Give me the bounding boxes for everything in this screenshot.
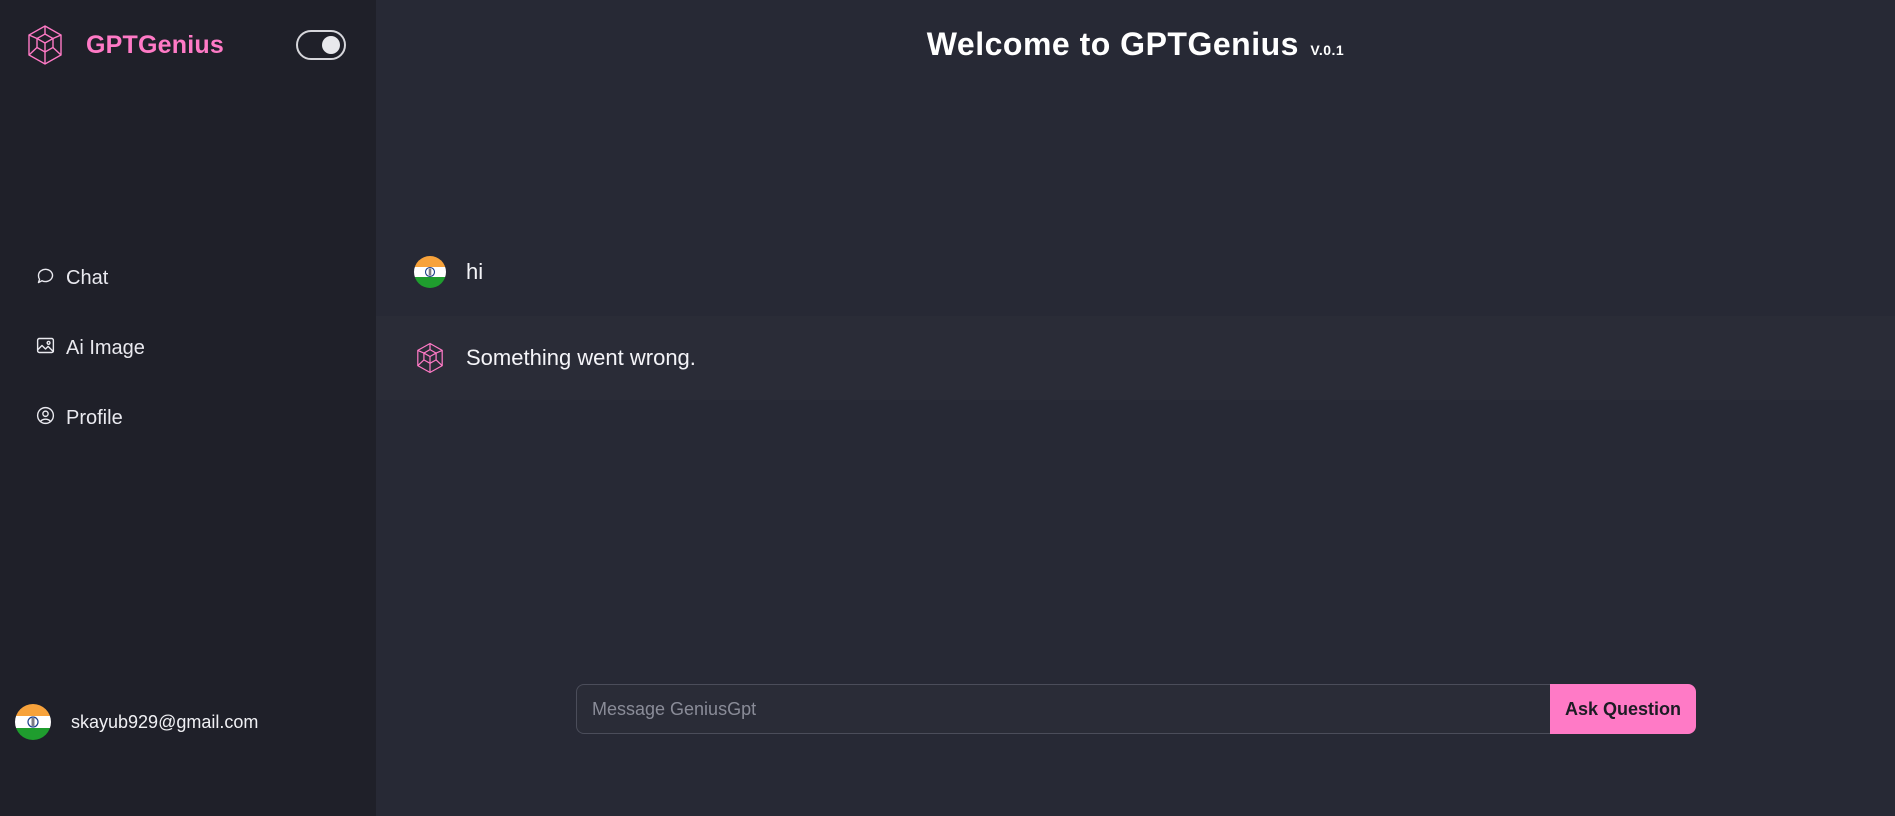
message-row-assistant: Something went wrong. (376, 316, 1895, 400)
sidebar: GPTGenius Chat Ai Image Profile skayub92… (0, 0, 376, 816)
sidebar-item-label: Profile (66, 406, 123, 429)
brand[interactable]: GPTGenius (24, 24, 224, 66)
user-info[interactable]: skayub929@gmail.com (15, 704, 258, 740)
message-input[interactable] (576, 684, 1550, 734)
app-root: GPTGenius Chat Ai Image Profile skayub92… (0, 0, 1895, 816)
message-text: hi (466, 259, 484, 284)
chat-bubble-icon (35, 265, 66, 292)
sidebar-item-chat[interactable]: Chat (35, 262, 145, 294)
user-email: skayub929@gmail.com (71, 711, 259, 732)
message-composer: Ask Question (576, 684, 1696, 734)
brand-name: GPTGenius (86, 30, 224, 59)
message-row-user: hi (376, 252, 1895, 292)
ask-question-button[interactable]: Ask Question (1550, 684, 1696, 734)
sidebar-item-label: Chat (66, 266, 109, 289)
avatar (15, 704, 51, 740)
hexagon-cube-logo-icon (414, 342, 446, 374)
version-badge: V.0.1 (1310, 42, 1345, 58)
avatar (414, 256, 446, 288)
hexagon-cube-logo-icon (24, 24, 66, 66)
page-title: Welcome to GPTGenius V.0.1 (376, 26, 1895, 63)
theme-toggle-switch[interactable] (296, 30, 346, 60)
sidebar-nav: Chat Ai Image Profile (35, 262, 145, 472)
image-icon (35, 335, 66, 362)
chat-main: Welcome to GPTGenius V.0.1 hi Something … (376, 0, 1895, 816)
sidebar-item-profile[interactable]: Profile (35, 402, 145, 434)
sidebar-item-label: Ai Image (66, 336, 145, 359)
toggle-knob (322, 36, 340, 54)
message-text: Something went wrong. (466, 345, 696, 370)
page-title-text: Welcome to GPTGenius (926, 26, 1299, 62)
user-circle-icon (35, 405, 66, 432)
sidebar-item-ai-image[interactable]: Ai Image (35, 332, 145, 364)
